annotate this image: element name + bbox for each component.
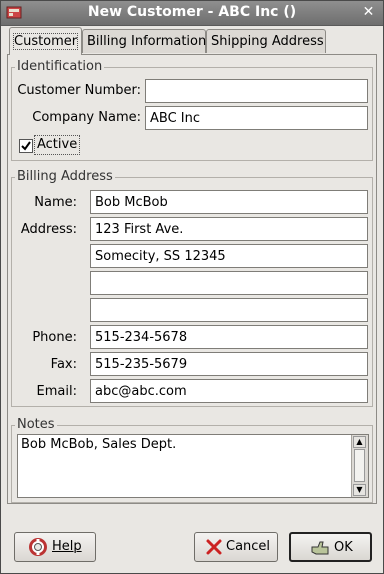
help-button-label: Help bbox=[52, 539, 82, 554]
tab-billing-information-label: Billing Information bbox=[87, 34, 207, 49]
lifebuoy-icon bbox=[29, 538, 47, 556]
billing-address-section-label: Billing Address bbox=[15, 169, 115, 184]
tab-customer-label: Customer bbox=[12, 33, 79, 50]
close-icon[interactable]: ✕ bbox=[360, 4, 377, 21]
address-line-3-field[interactable] bbox=[90, 271, 368, 295]
tab-customer[interactable]: Customer bbox=[9, 27, 82, 55]
company-name-field[interactable] bbox=[145, 106, 368, 130]
ok-button[interactable]: OK bbox=[289, 532, 372, 562]
address-line-4-field[interactable] bbox=[90, 298, 368, 322]
phone-label: Phone: bbox=[32, 330, 77, 345]
phone-field[interactable] bbox=[90, 325, 368, 349]
scroll-thumb[interactable] bbox=[354, 449, 365, 482]
active-checkbox-focus[interactable]: Active bbox=[34, 135, 81, 155]
customer-number-field[interactable] bbox=[145, 79, 368, 103]
fax-label: Fax: bbox=[50, 357, 77, 372]
window-title: New Customer - ABC Inc () bbox=[87, 4, 297, 20]
name-field[interactable] bbox=[90, 190, 368, 214]
notes-section-label: Notes bbox=[15, 417, 57, 432]
email-label: Email: bbox=[36, 384, 77, 399]
title-bar[interactable]: New Customer - ABC Inc () ✕ bbox=[1, 1, 383, 26]
scroll-down-arrow-icon[interactable]: ▼ bbox=[353, 484, 366, 496]
help-button[interactable]: Help bbox=[14, 532, 96, 562]
address-label: Address: bbox=[20, 222, 77, 237]
identification-section-label: Identification bbox=[15, 59, 105, 74]
active-label: Active bbox=[37, 137, 78, 152]
customer-number-label: Customer Number: bbox=[17, 83, 141, 98]
ok-button-label: OK bbox=[334, 540, 353, 555]
scroll-up-arrow-icon[interactable]: ▲ bbox=[353, 436, 366, 448]
tab-shipping-address[interactable]: Shipping Address bbox=[206, 29, 326, 53]
cancel-button-label: Cancel bbox=[226, 539, 271, 554]
fax-field[interactable] bbox=[90, 352, 368, 376]
ok-hand-icon bbox=[311, 541, 329, 555]
address-line-1-field[interactable] bbox=[90, 217, 368, 241]
cancel-button[interactable]: Cancel bbox=[194, 532, 278, 562]
cancel-x-icon bbox=[206, 539, 222, 555]
tab-billing-information[interactable]: Billing Information bbox=[82, 29, 206, 53]
active-checkbox[interactable] bbox=[19, 139, 33, 153]
checkmark-icon bbox=[21, 141, 31, 151]
name-label: Name: bbox=[34, 195, 77, 210]
notes-scrollbar[interactable]: ▲ ▼ bbox=[351, 435, 368, 497]
new-customer-dialog: New Customer - ABC Inc () ✕ Customer Bil… bbox=[0, 0, 384, 574]
notes-textarea[interactable]: Bob McBob, Sales Dept. bbox=[21, 437, 349, 495]
notes-area: Bob McBob, Sales Dept. ▲ ▼ bbox=[17, 434, 369, 498]
address-line-2-field[interactable] bbox=[90, 244, 368, 268]
email-field[interactable] bbox=[90, 379, 368, 403]
company-name-label: Company Name: bbox=[32, 110, 141, 125]
tab-shipping-address-label: Shipping Address bbox=[211, 34, 324, 49]
